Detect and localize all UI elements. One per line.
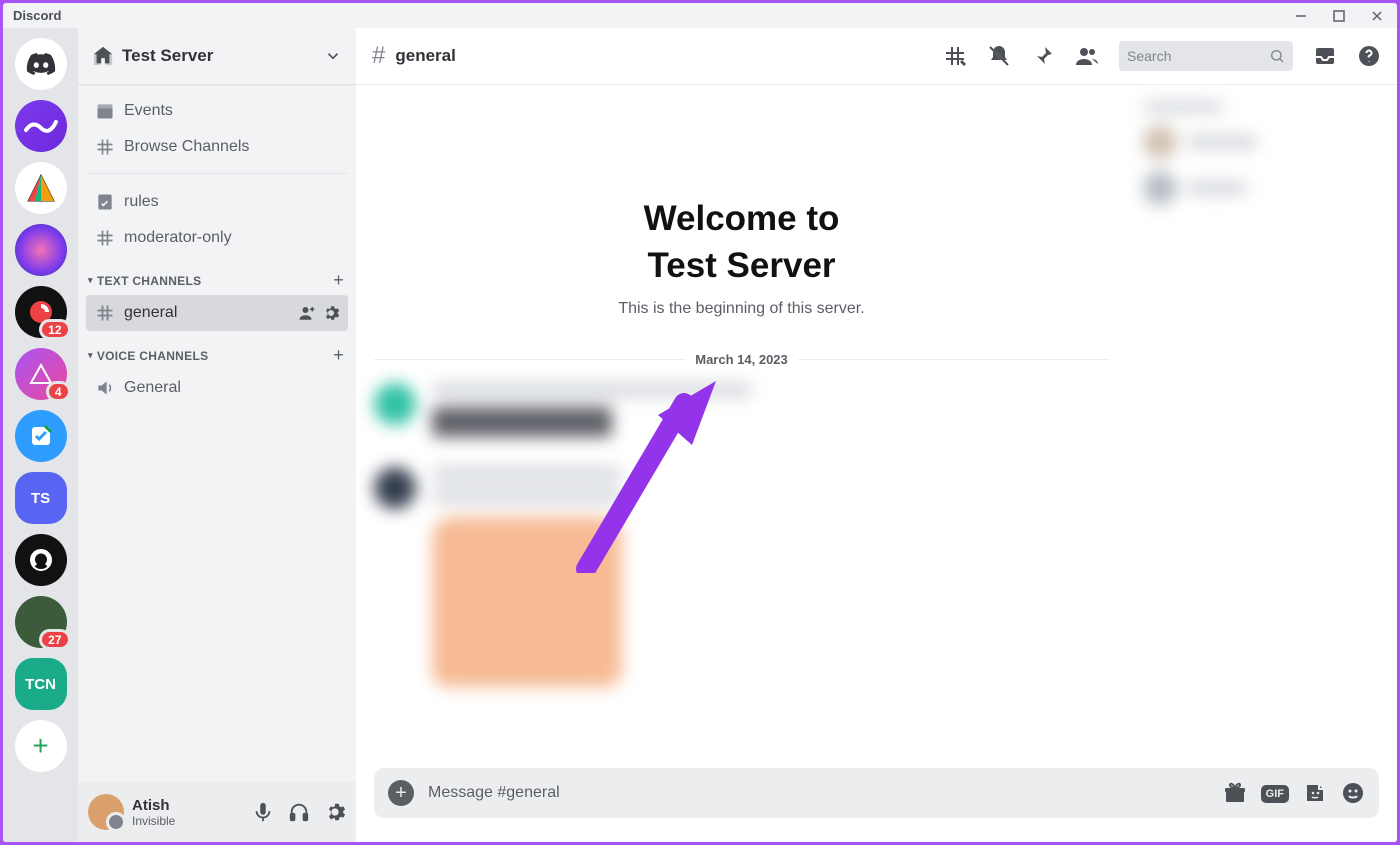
deafen-button[interactable] [288, 801, 310, 823]
welcome-title-line1: Welcome to [374, 195, 1109, 242]
channel-label: general [124, 304, 177, 322]
sticker-button[interactable] [1303, 781, 1327, 805]
events-label: Events [124, 102, 173, 120]
channel-label: General [124, 379, 181, 397]
window-minimize-button[interactable] [1291, 6, 1311, 26]
search-placeholder: Search [1127, 48, 1269, 64]
user-avatar[interactable] [88, 794, 124, 830]
add-channel-button[interactable]: + [333, 345, 344, 366]
server-avatar[interactable]: TS [15, 472, 67, 524]
channel-label: moderator-only [124, 229, 232, 247]
category-label: TEXT CHANNELS [97, 274, 202, 288]
help-button[interactable] [1357, 44, 1381, 68]
mention-badge: 4 [46, 381, 71, 402]
chevron-down-icon: ▾ [88, 350, 93, 361]
chevron-down-icon [324, 47, 342, 65]
channel-moderator-only[interactable]: moderator-only [86, 220, 348, 256]
window-close-button[interactable] [1367, 6, 1387, 26]
server-avatar[interactable]: 27 [15, 596, 67, 648]
server-avatar[interactable] [15, 410, 67, 462]
browse-label: Browse Channels [124, 138, 249, 156]
server-avatar[interactable] [15, 100, 67, 152]
gear-icon[interactable] [322, 304, 340, 322]
search-icon [1269, 48, 1285, 64]
app-name: Discord [13, 8, 61, 23]
user-status: Invisible [132, 814, 244, 828]
members-button[interactable] [1075, 44, 1099, 68]
server-avatar[interactable]: 4 [15, 348, 67, 400]
hash-icon [94, 228, 116, 248]
window-maximize-button[interactable] [1329, 6, 1349, 26]
calendar-icon [94, 101, 116, 121]
gift-button[interactable] [1223, 781, 1247, 805]
hash-icon [94, 303, 116, 323]
add-channel-button[interactable]: + [333, 270, 344, 291]
server-avatar[interactable] [15, 162, 67, 214]
mention-badge: 27 [39, 629, 70, 650]
date-separator: March 14, 2023 [374, 352, 1109, 367]
events-button[interactable]: Events [86, 93, 348, 129]
voice-channel-general[interactable]: General [86, 370, 348, 406]
server-avatar[interactable] [15, 534, 67, 586]
inbox-button[interactable] [1313, 44, 1337, 68]
pins-button[interactable] [1031, 44, 1055, 68]
browse-channels-button[interactable]: Browse Channels [86, 129, 348, 165]
channel-general[interactable]: general [86, 295, 348, 331]
chevron-down-icon: ▾ [88, 275, 93, 286]
server-avatar[interactable] [15, 224, 67, 276]
channel-rules[interactable]: rules [86, 184, 348, 220]
message-composer[interactable]: + Message #general GIF [374, 768, 1379, 818]
channel-title: general [395, 46, 455, 66]
server-name: Test Server [122, 46, 324, 66]
user-settings-button[interactable] [324, 801, 346, 823]
browse-icon [94, 137, 116, 157]
server-avatar[interactable]: TCN [15, 658, 67, 710]
mute-mic-button[interactable] [252, 801, 274, 823]
threads-button[interactable] [943, 44, 967, 68]
category-text-channels[interactable]: ▾ TEXT CHANNELS + [86, 256, 348, 295]
welcome-title-line2: Test Server [374, 242, 1109, 289]
server-rail: 12 4 TS 27 TCN + [3, 28, 78, 842]
speaker-icon [94, 378, 116, 398]
members-list [1127, 85, 1397, 768]
composer-placeholder: Message #general [428, 784, 1209, 802]
hash-icon: # [372, 42, 385, 70]
notifications-button[interactable] [987, 44, 1011, 68]
channel-label: rules [124, 193, 159, 211]
category-voice-channels[interactable]: ▾ VOICE CHANNELS + [86, 331, 348, 370]
user-panel: Atish Invisible [78, 782, 356, 842]
home-icon [92, 45, 114, 67]
redacted-content [1143, 101, 1381, 205]
search-input[interactable]: Search [1119, 41, 1293, 71]
channel-header: # general Search [356, 28, 1397, 85]
category-label: VOICE CHANNELS [97, 349, 209, 363]
add-server-button[interactable]: + [15, 720, 67, 772]
invite-icon[interactable] [298, 304, 316, 322]
dm-home-button[interactable] [15, 38, 67, 90]
redacted-content [374, 383, 1109, 687]
rules-icon [94, 192, 116, 212]
mention-badge: 12 [39, 319, 70, 340]
welcome-subtitle: This is the beginning of this server. [374, 300, 1109, 318]
user-name: Atish [132, 797, 244, 814]
server-avatar[interactable]: 12 [15, 286, 67, 338]
chat-area: # general Search [356, 28, 1397, 842]
emoji-button[interactable] [1341, 781, 1365, 805]
server-header-button[interactable]: Test Server [78, 28, 356, 85]
channel-sidebar: Test Server Events Browse Channels rules [78, 28, 356, 842]
attach-button[interactable]: + [388, 780, 414, 806]
gif-button[interactable]: GIF [1261, 784, 1289, 802]
